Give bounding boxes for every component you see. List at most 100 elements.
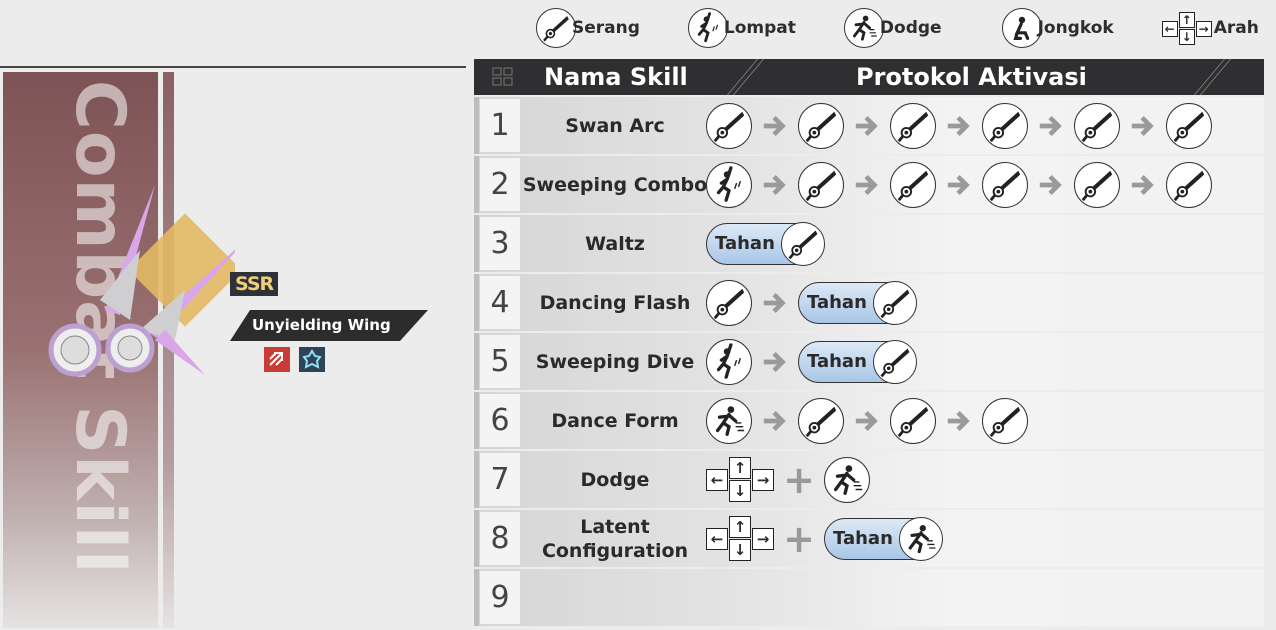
column-skill-name: Nama Skill xyxy=(544,63,688,91)
legend-item-jongkok: Jongkok xyxy=(1001,8,1114,48)
arrow-right-icon xyxy=(844,407,890,435)
plus-icon: + xyxy=(783,516,815,561)
hold-label: Tahan xyxy=(833,528,893,549)
dodge-icon xyxy=(843,8,884,48)
activation-steps: ↑ ← ↓ → + xyxy=(706,456,870,503)
legend-label: Jongkok xyxy=(1037,18,1114,38)
attack-icon xyxy=(982,161,1028,208)
dodge-icon xyxy=(898,516,943,561)
divider xyxy=(0,66,466,68)
attack-icon xyxy=(890,161,936,208)
hold-label: Tahan xyxy=(715,233,775,254)
skill-row: 7 Dodge ↑ ← ↓ → + xyxy=(474,451,1264,508)
skill-name: Dodge xyxy=(580,468,650,491)
table-header: Nama Skill Protokol Aktivasi xyxy=(474,59,1264,95)
attack-icon xyxy=(798,161,844,208)
attack-icon xyxy=(890,102,936,149)
arrow-right-icon xyxy=(752,289,798,317)
attack-icon xyxy=(1166,102,1212,149)
skill-number: 9 xyxy=(480,571,520,624)
hold-step: Tahan xyxy=(798,280,917,325)
attack-icon xyxy=(1166,161,1212,208)
skill-number: 6 xyxy=(480,394,520,447)
skill-row: 3 Waltz Tahan xyxy=(474,215,1264,272)
jump-icon xyxy=(687,8,728,48)
skill-row: 1 Swan Arc xyxy=(474,97,1264,154)
physical-element-icon xyxy=(264,347,290,372)
arrow-right-icon xyxy=(752,348,798,376)
skill-number: 2 xyxy=(480,158,520,211)
skill-name: Waltz xyxy=(585,232,645,255)
activation-steps: Tahan xyxy=(706,279,917,326)
activation-steps xyxy=(706,161,1212,208)
attack-icon xyxy=(982,102,1028,149)
crouch-icon xyxy=(1001,8,1042,48)
arrow-right-icon xyxy=(844,112,890,140)
skill-number: 3 xyxy=(480,217,520,270)
skill-name: Dancing Flash xyxy=(539,291,691,314)
legend-item-lompat: Lompat xyxy=(687,8,796,48)
arrow-right-icon xyxy=(936,171,982,199)
skill-name: Dance Form xyxy=(551,409,679,432)
legend-label: Serang xyxy=(572,18,640,38)
hold-label: Tahan xyxy=(807,351,867,372)
arrow-right-icon xyxy=(752,171,798,199)
attack-icon xyxy=(780,221,825,266)
arrow-right-icon xyxy=(752,112,798,140)
activation-steps: Tahan xyxy=(706,221,825,266)
arrow-right-icon xyxy=(1120,171,1166,199)
attack-icon xyxy=(798,102,844,149)
controls-legend: Serang Lompat Dodge Jongkok ↑ ← ↓ → Arah xyxy=(536,8,1259,48)
dodge-icon xyxy=(824,456,870,503)
attack-icon xyxy=(1074,102,1120,149)
skill-number: 7 xyxy=(480,453,520,506)
arrow-right-icon xyxy=(1028,112,1074,140)
skill-name: Swan Arc xyxy=(565,114,665,137)
skill-row: 9 xyxy=(474,569,1264,626)
attack-icon xyxy=(982,397,1028,444)
jump-icon xyxy=(706,161,752,208)
legend-label: Arah xyxy=(1213,18,1259,38)
attack-icon xyxy=(872,280,917,325)
skill-name: Sweeping Combo xyxy=(522,173,708,196)
arrow-right-icon xyxy=(752,407,798,435)
attack-icon xyxy=(706,102,752,149)
column-activation-protocol: Protokol Aktivasi xyxy=(856,63,1087,91)
skill-table: Nama Skill Protokol Aktivasi 1 Swan Arc 2 S… xyxy=(474,59,1264,626)
skill-name: Sweeping Dive xyxy=(535,350,695,373)
direction-keys-icon: ↑ ← ↓ → xyxy=(1161,11,1212,45)
legend-label: Dodge xyxy=(879,18,942,38)
skill-name: Latent Configuration xyxy=(541,515,689,562)
legend-item-dodge: Dodge xyxy=(843,8,942,48)
dodge-icon xyxy=(706,397,752,444)
arrow-right-icon xyxy=(1120,112,1166,140)
legend-label: Lompat xyxy=(723,18,796,38)
skill-row: 6 Dance Form xyxy=(474,392,1264,449)
skill-row: 4 Dancing Flash Tahan xyxy=(474,274,1264,331)
grid-icon xyxy=(492,67,513,86)
attack-icon xyxy=(798,397,844,444)
activation-steps xyxy=(706,102,1212,149)
rarity-badge: SSR xyxy=(230,272,279,296)
activation-steps xyxy=(706,397,1028,444)
attack-icon xyxy=(1074,161,1120,208)
skill-number: 1 xyxy=(480,99,520,152)
attack-icon xyxy=(536,8,576,48)
arrow-right-icon xyxy=(844,171,890,199)
skill-number: 5 xyxy=(480,335,520,388)
plus-icon: + xyxy=(783,457,815,502)
skill-row: 2 Sweeping Combo xyxy=(474,156,1264,213)
hold-step: Tahan xyxy=(706,221,825,266)
arrow-right-icon xyxy=(936,407,982,435)
weapon-name: Unyielding Wing xyxy=(230,310,428,341)
legend-item-serang: Serang xyxy=(536,8,640,48)
hold-label: Tahan xyxy=(807,292,867,313)
skill-row: 5 Sweeping Dive Tahan xyxy=(474,333,1264,390)
attack-icon xyxy=(890,397,936,444)
direction-keys-icon: ↑ ← ↓ → xyxy=(706,516,774,561)
jump-icon xyxy=(706,338,752,385)
skill-number: 8 xyxy=(480,512,520,565)
attack-icon xyxy=(706,279,752,326)
skill-row: 8 Latent Configuration ↑ ← ↓ → + Tahan xyxy=(474,510,1264,567)
legend-item-arah: ↑ ← ↓ → Arah xyxy=(1161,11,1259,45)
